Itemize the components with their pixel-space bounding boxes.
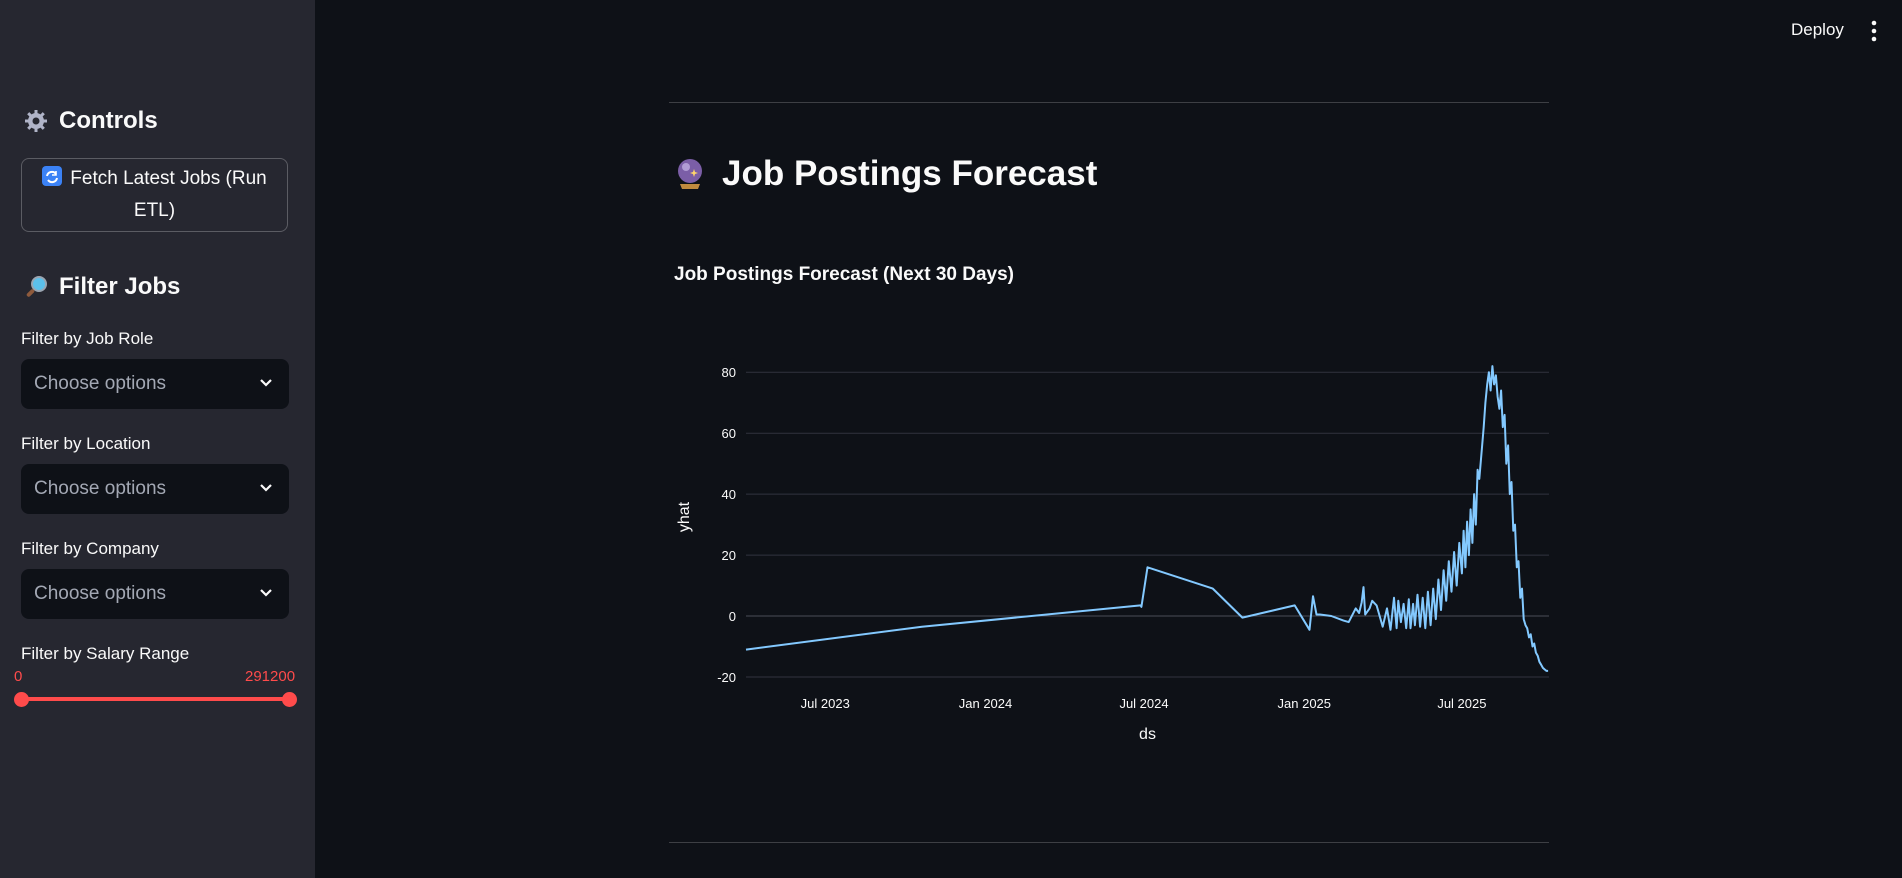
filter-jobs-heading-text: Filter Jobs: [59, 273, 181, 300]
x-axis-label: ds: [1139, 726, 1156, 743]
forecast-line: [745, 365, 1549, 672]
divider: [669, 842, 1549, 843]
controls-heading-text: Controls: [59, 107, 158, 134]
magnifier-icon: [23, 274, 49, 300]
chevron-down-icon: [260, 589, 272, 597]
job-role-placeholder: Choose options: [34, 373, 167, 394]
chart-title: Job Postings Forecast (Next 30 Days): [674, 264, 1014, 285]
fetch-button-label: Fetch Latest Jobs (Run ETL): [70, 168, 267, 221]
refresh-icon: [42, 166, 63, 186]
forecast-chart: -20 0 20 40 60 80 Jul 2023 Jan 2024 Jul 2024 Jan …: [676, 365, 1549, 743]
fetch-latest-jobs-button[interactable]: Fetch Latest Jobs (Run ETL): [21, 158, 288, 232]
salary-slider-max-handle[interactable]: [282, 692, 297, 707]
page-title-text: Job Postings Forecast: [722, 154, 1098, 193]
y-tick-label: 80: [722, 365, 736, 380]
sidebar: Controls Fetch Latest Jobs (Run ETL) Fil…: [0, 0, 315, 878]
x-tick-label: Jan 2025: [1278, 696, 1332, 711]
crystal-ball-icon: [672, 156, 708, 192]
salary-min-value: 0: [14, 668, 23, 685]
deploy-button[interactable]: Deploy: [1791, 20, 1844, 40]
y-tick-label: 60: [722, 426, 736, 441]
company-placeholder: Choose options: [34, 583, 167, 604]
location-label: Filter by Location: [21, 434, 151, 453]
salary-range-label: Filter by Salary Range: [21, 644, 190, 663]
y-tick-label: -20: [717, 670, 736, 685]
chevron-down-icon: [260, 379, 272, 387]
job-role-select[interactable]: Choose options: [21, 359, 289, 409]
location-placeholder: Choose options: [34, 478, 167, 499]
x-tick-label: Jan 2024: [959, 696, 1013, 711]
salary-slider-min-handle[interactable]: [14, 692, 29, 707]
y-tick-label: 40: [722, 487, 736, 502]
salary-max-value: 291200: [245, 668, 296, 685]
salary-slider-track[interactable]: [21, 697, 289, 701]
y-tick-label: 20: [722, 548, 736, 563]
job-role-label: Filter by Job Role: [21, 329, 154, 348]
chevron-down-icon: [260, 484, 272, 492]
more-vertical-icon[interactable]: [1868, 20, 1880, 42]
company-label: Filter by Company: [21, 539, 159, 558]
x-tick-label: Jul 2025: [1437, 696, 1486, 711]
controls-heading: Controls: [23, 107, 158, 135]
location-select[interactable]: Choose options: [21, 464, 289, 514]
y-axis-label: yhat: [676, 501, 693, 532]
y-tick-label: 0: [729, 609, 736, 624]
gear-icon: [23, 108, 49, 134]
filter-jobs-heading: Filter Jobs: [23, 273, 180, 301]
page-title: Job Postings Forecast: [672, 154, 1097, 194]
company-select[interactable]: Choose options: [21, 569, 289, 619]
divider: [669, 102, 1549, 103]
x-tick-label: Jul 2024: [1119, 696, 1168, 711]
x-tick-label: Jul 2023: [801, 696, 850, 711]
